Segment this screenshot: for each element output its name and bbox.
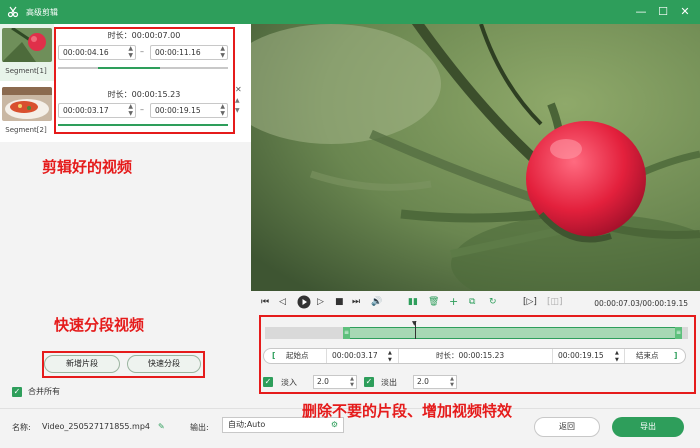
delete-segment-icon[interactable]: ✕ (235, 85, 242, 94)
checkbox-checked-icon[interactable]: ✓ (12, 386, 22, 397)
segment-item[interactable]: Segment[2] 时长：00:00:15.23 00:00:03.17 ▲ ▼… (0, 83, 251, 140)
spinner-icon[interactable]: ▲ ▼ (128, 45, 133, 59)
split-icon[interactable]: ▮▮ (408, 297, 418, 307)
start-point-button[interactable]: 起始点 (286, 349, 309, 363)
playhead[interactable] (415, 321, 416, 339)
segment-label: Segment[2] (5, 126, 47, 134)
mark-in-icon[interactable]: [▷] (523, 297, 537, 307)
add-segment-button[interactable]: 新增片段 (44, 355, 120, 373)
play-icon[interactable] (297, 295, 311, 312)
spinner-icon[interactable]: ▲ ▼ (350, 376, 354, 388)
name-label: 名称: (12, 423, 31, 432)
merge-all-option[interactable]: ✓ 合并所有 (12, 386, 60, 397)
trim-end-handle[interactable]: ≡ (675, 327, 682, 339)
move-down-icon[interactable]: ▼ (235, 107, 240, 114)
step-forward-icon[interactable]: ▷ (317, 297, 324, 307)
annotation-text: 剪辑好的视频 (42, 158, 133, 176)
segment-start-input[interactable]: 00:00:03.17 ▲ ▼ (58, 103, 136, 118)
fade-out-checkbox[interactable]: ✓ (364, 377, 374, 387)
spinner-icon[interactable]: ▲ ▼ (450, 376, 454, 388)
output-filename: Video_250527171855.mp4 (42, 422, 150, 431)
spinner-icon[interactable]: ▲ ▼ (128, 103, 133, 117)
reset-icon[interactable]: ↻ (489, 297, 497, 307)
segment-label: Segment[1] (5, 67, 47, 75)
left-panel: Segment[1] 时长：00:00:07.00 00:00:04.16 ▲ ▼… (0, 24, 251, 408)
skip-to-start-icon[interactable]: ⏮ (261, 297, 269, 307)
merge-all-label: 合并所有 (28, 387, 60, 396)
spinner-icon[interactable]: ▲ ▼ (220, 103, 225, 117)
end-point-button[interactable]: 结束点 (636, 349, 659, 363)
trim-range-row: [ 起始点 00:00:03.17 ▲ ▼ 时长：00:00:15.23 00:0… (263, 348, 686, 364)
stop-icon[interactable]: ■ (335, 297, 344, 307)
annotation-text: 快速分段视频 (54, 316, 145, 334)
move-up-icon[interactable]: ▲ (235, 97, 240, 104)
fade-in-input[interactable]: 2.0 ▲ ▼ (313, 375, 357, 389)
add-icon[interactable]: + (449, 295, 458, 308)
segment-list: Segment[1] 时长：00:00:07.00 00:00:04.16 ▲ ▼… (0, 24, 251, 142)
segment-duration: 时长：00:00:07.00 (107, 31, 181, 40)
player-controls: ⏮ ◁ ▷ ■ ⏭ 🔊 ▮▮ 🗑 + ⧉ ↻ [▷] [◫] 00:00:07.… (251, 291, 700, 408)
range-dash: – (140, 105, 144, 114)
maximize-button[interactable]: ☐ (652, 0, 674, 24)
export-button[interactable]: 导出 (612, 417, 684, 437)
fade-in-checkbox[interactable]: ✓ (263, 377, 273, 387)
set-end-bracket[interactable]: ] (674, 349, 677, 363)
close-button[interactable]: ✕ (674, 0, 696, 24)
trim-start-input[interactable]: 00:00:03.17 (332, 349, 378, 363)
spinner-icon[interactable]: ▲ ▼ (615, 350, 619, 364)
playback-time: 00:00:07.03/00:00:19.15 (594, 299, 688, 308)
timeline-track[interactable]: ≡ ≡ (265, 327, 688, 339)
delete-icon[interactable]: 🗑 (428, 297, 439, 307)
segment-range-bar (58, 67, 228, 69)
video-preview[interactable] (251, 24, 700, 291)
segment-duration: 时长：00:00:15.23 (107, 90, 181, 99)
segment-thumbnail (2, 28, 52, 62)
timeline-selection[interactable] (343, 327, 682, 339)
edit-name-icon[interactable]: ✎ (158, 422, 165, 431)
range-dash: – (140, 47, 144, 56)
copy-icon[interactable]: ⧉ (469, 297, 475, 307)
fade-out-input[interactable]: 2.0 ▲ ▼ (413, 375, 457, 389)
back-button[interactable]: 返回 (534, 417, 600, 437)
trim-duration: 时长：00:00:15.23 (436, 351, 505, 360)
set-start-bracket[interactable]: [ (272, 349, 275, 363)
spinner-icon[interactable]: ▲ ▼ (220, 45, 225, 59)
trim-end-input[interactable]: 00:00:19.15 (558, 349, 604, 363)
annotation-text: 删除不要的片段、增加视频特效 (302, 402, 513, 420)
trim-start-handle[interactable]: ≡ (343, 327, 350, 339)
segment-end-input[interactable]: 00:00:19.15 ▲ ▼ (150, 103, 228, 118)
step-back-icon[interactable]: ◁ (279, 297, 286, 307)
fade-in-label: 淡入 (281, 378, 297, 387)
output-label: 输出: (190, 423, 209, 432)
segment-thumbnail (2, 87, 52, 121)
skip-to-end-icon[interactable]: ⏭ (352, 297, 360, 307)
segment-range-bar (58, 124, 228, 126)
mark-out-icon[interactable]: [◫] (547, 297, 563, 307)
minimize-button[interactable]: — (630, 0, 652, 24)
segment-item[interactable]: Segment[1] 时长：00:00:07.00 00:00:04.16 ▲ ▼… (0, 24, 251, 81)
quick-split-button[interactable]: 快速分段 (127, 355, 201, 373)
spinner-icon[interactable]: ▲ ▼ (388, 350, 392, 364)
volume-icon[interactable]: 🔊 (371, 297, 382, 307)
app-logo-icon (6, 5, 20, 19)
segment-start-input[interactable]: 00:00:04.16 ▲ ▼ (58, 45, 136, 60)
segment-end-input[interactable]: 00:00:11.16 ▲ ▼ (150, 45, 228, 60)
window-title: 高级剪辑 (26, 7, 58, 17)
fade-out-label: 淡出 (381, 378, 397, 387)
title-bar: 高级剪辑 — ☐ ✕ (0, 0, 700, 24)
